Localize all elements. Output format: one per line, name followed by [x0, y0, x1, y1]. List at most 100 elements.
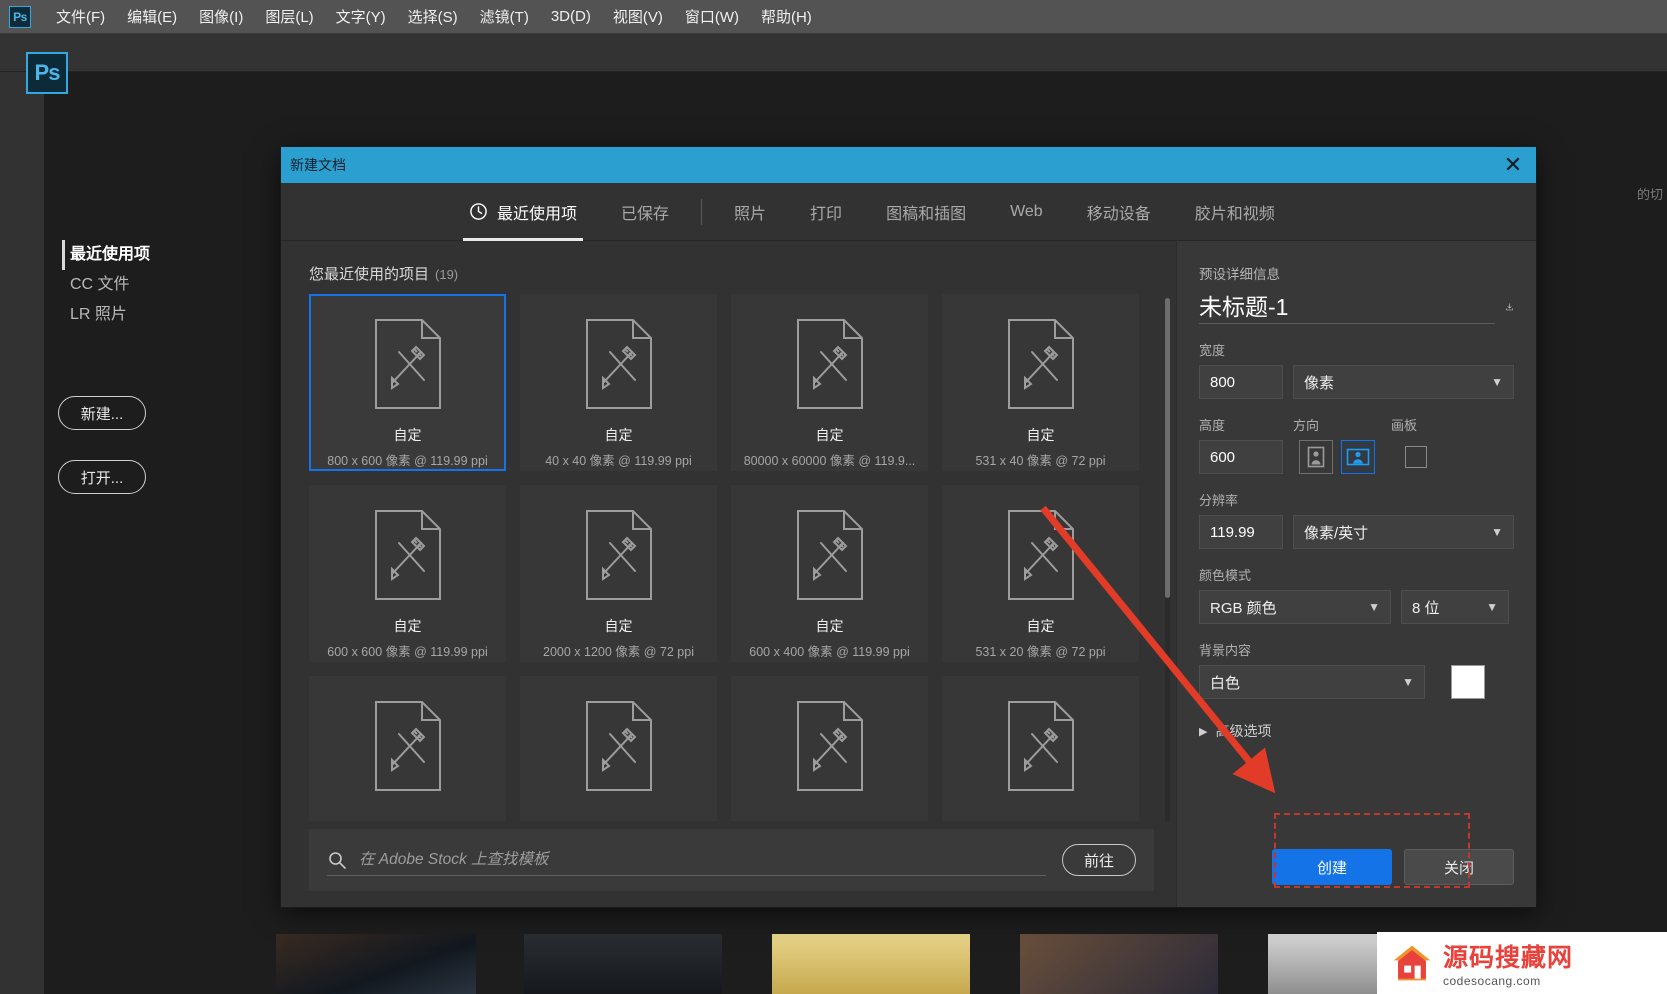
template-card[interactable] — [731, 676, 928, 821]
template-card[interactable]: 自定 600 x 400 像素 @ 119.99 ppi — [731, 485, 928, 662]
template-card[interactable] — [309, 676, 506, 821]
document-template-icon — [366, 316, 450, 417]
width-input[interactable] — [1199, 365, 1283, 399]
template-card[interactable] — [942, 676, 1139, 821]
stock-search-group[interactable] — [327, 844, 1046, 876]
recent-thumbnail[interactable] — [772, 934, 970, 994]
template-grid: 自定 800 x 600 像素 @ 119.99 ppi 自定 40 x 40 像素 … — [309, 294, 1154, 821]
resolution-input[interactable] — [1199, 515, 1283, 549]
colordepth-value: 8 位 — [1412, 599, 1440, 617]
template-card[interactable]: 自定 531 x 40 像素 @ 72 ppi — [942, 294, 1139, 471]
document-template-icon — [788, 316, 872, 417]
advanced-options-toggle[interactable]: ▶ 高级选项 — [1199, 721, 1514, 741]
dialog-actions: 创建 关闭 — [1199, 849, 1514, 885]
chevron-down-icon: ▼ — [1491, 525, 1503, 539]
height-input[interactable] — [1199, 440, 1283, 474]
home-nav: 最近使用项 CC 文件 LR 照片 — [62, 240, 150, 330]
dialog-tab-7[interactable]: 胶片和视频 — [1173, 183, 1297, 241]
background-color-swatch[interactable] — [1451, 665, 1485, 699]
dialog-tab-label: 移动设备 — [1086, 205, 1151, 223]
dialog-tab-6[interactable]: 移动设备 — [1065, 183, 1173, 241]
document-template-icon — [366, 507, 450, 608]
template-name: 自定 — [393, 427, 422, 443]
colormode-label: 颜色模式 — [1199, 568, 1252, 583]
new-document-button[interactable]: 新建... — [58, 396, 146, 430]
template-heading-label: 您最近使用的项目 — [309, 266, 430, 283]
background-hint-text: 的切 — [1636, 187, 1663, 202]
template-scroll-area[interactable]: 自定 800 x 600 像素 @ 119.99 ppi 自定 40 x 40 像素 … — [281, 294, 1176, 821]
dialog-tab-2[interactable]: 照片 — [712, 183, 788, 241]
dialog-tab-label: 图稿和插图 — [886, 205, 967, 223]
landscape-orientation-icon[interactable] — [1341, 440, 1375, 474]
menu-item-3[interactable]: 图层(L) — [254, 3, 324, 30]
dialog-tab-3[interactable]: 打印 — [788, 183, 864, 241]
search-icon — [329, 851, 346, 869]
create-button[interactable]: 创建 — [1272, 849, 1392, 885]
template-name: 自定 — [393, 618, 422, 634]
menu-item-1[interactable]: 编辑(E) — [116, 3, 188, 30]
template-card[interactable]: 自定 40 x 40 像素 @ 119.99 ppi — [520, 294, 717, 471]
width-row: 像素 ▼ — [1199, 365, 1514, 399]
dialog-tab-1[interactable]: 已保存 — [599, 183, 691, 241]
resolution-unit-select[interactable]: 像素/英寸 ▼ — [1293, 515, 1514, 549]
recent-thumbnail[interactable] — [524, 934, 722, 994]
stock-goto-button[interactable]: 前往 — [1062, 844, 1136, 876]
width-label: 宽度 — [1199, 343, 1226, 358]
menu-item-5[interactable]: 选择(S) — [397, 3, 469, 30]
watermark: 源码搜藏网 codesocang.com — [1377, 932, 1667, 994]
chevron-down-icon: ▼ — [1402, 675, 1414, 689]
preset-details-title: 预设详细信息 — [1199, 267, 1280, 282]
colordepth-select[interactable]: 8 位 ▼ — [1401, 590, 1509, 624]
template-scrollbar[interactable] — [1165, 298, 1170, 821]
template-card[interactable]: 自定 80000 x 60000 像素 @ 119.9... — [731, 294, 928, 471]
portrait-orientation-icon[interactable] — [1299, 440, 1333, 474]
dialog-tab-label: 打印 — [810, 205, 843, 223]
home-nav-item-2[interactable]: LR 照片 — [62, 300, 150, 330]
template-card[interactable]: 自定 600 x 600 像素 @ 119.99 ppi — [309, 485, 506, 662]
document-template-icon — [577, 698, 661, 799]
template-card[interactable]: 自定 2000 x 1200 像素 @ 72 ppi — [520, 485, 717, 662]
template-pane: 您最近使用的项目 (19) 自定 800 x 600 像素 @ 119.99 ppi… — [281, 241, 1176, 907]
close-icon[interactable]: ✕ — [1490, 147, 1536, 183]
menu-item-6[interactable]: 滤镜(T) — [469, 3, 540, 30]
colormode-value: RGB 颜色 — [1210, 599, 1277, 617]
document-template-icon — [577, 507, 661, 608]
menu-item-10[interactable]: 帮助(H) — [750, 3, 823, 30]
options-bar — [0, 34, 1667, 72]
menu-item-8[interactable]: 视图(V) — [602, 3, 674, 30]
recent-thumbnail[interactable] — [276, 934, 476, 994]
dialog-tab-0[interactable]: 最近使用项 — [447, 183, 599, 241]
document-name-input[interactable] — [1199, 291, 1495, 324]
template-card[interactable]: 自定 531 x 20 像素 @ 72 ppi — [942, 485, 1139, 662]
colormode-select[interactable]: RGB 颜色 ▼ — [1199, 590, 1391, 624]
menu-item-4[interactable]: 文字(Y) — [325, 3, 397, 30]
width-unit-select[interactable]: 像素 ▼ — [1293, 365, 1514, 399]
artboard-checkbox[interactable] — [1405, 446, 1427, 468]
menu-item-0[interactable]: 文件(F) — [45, 3, 116, 30]
background-label: 背景内容 — [1199, 643, 1252, 658]
close-button[interactable]: 关闭 — [1404, 849, 1514, 885]
template-dimensions: 600 x 400 像素 @ 119.99 ppi — [749, 645, 910, 659]
template-card[interactable] — [520, 676, 717, 821]
document-template-icon — [366, 698, 450, 799]
menu-item-7[interactable]: 3D(D) — [540, 5, 602, 28]
menu-item-9[interactable]: 窗口(W) — [674, 3, 750, 30]
template-dimensions: 531 x 40 像素 @ 72 ppi — [975, 454, 1106, 468]
dialog-tab-5[interactable]: Web — [988, 183, 1065, 241]
home-nav-item-0[interactable]: 最近使用项 — [62, 240, 150, 270]
photoshop-logo-icon: Ps — [26, 52, 68, 94]
recent-thumbnail[interactable] — [1020, 934, 1218, 994]
save-preset-icon[interactable] — [1505, 294, 1514, 320]
template-scrollbar-thumb[interactable] — [1165, 298, 1170, 598]
open-document-button[interactable]: 打开... — [58, 460, 146, 494]
template-dimensions: 600 x 600 像素 @ 119.99 ppi — [327, 645, 488, 659]
stock-search-input[interactable] — [359, 850, 1046, 869]
background-select[interactable]: 白色 ▼ — [1199, 665, 1425, 699]
watermark-subtitle: codesocang.com — [1443, 974, 1541, 988]
document-template-icon — [788, 507, 872, 608]
dialog-tab-4[interactable]: 图稿和插图 — [864, 183, 988, 241]
menu-item-2[interactable]: 图像(I) — [188, 3, 254, 30]
template-card[interactable]: 自定 800 x 600 像素 @ 119.99 ppi — [309, 294, 506, 471]
home-nav-item-1[interactable]: CC 文件 — [62, 270, 150, 300]
preset-details-pane: 预设详细信息 宽度 像素 ▼ 高度 — [1176, 241, 1536, 907]
